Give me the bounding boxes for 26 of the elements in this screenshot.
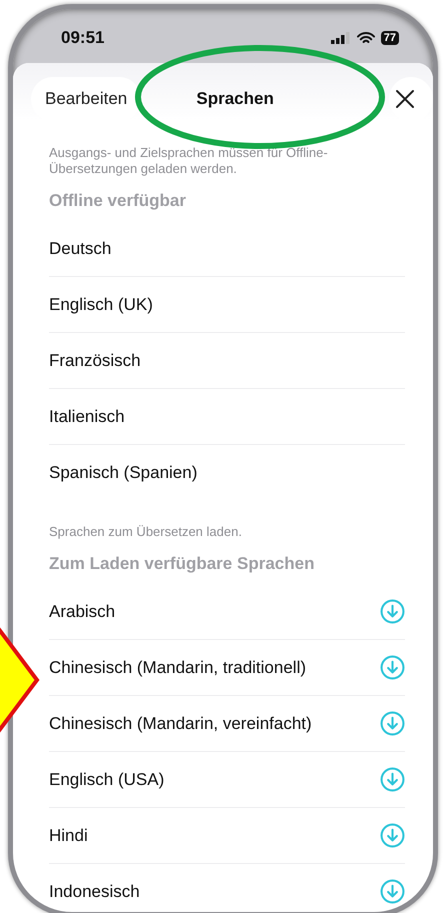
language-item[interactable]: Arabisch	[49, 602, 116, 622]
section-header: Zum Laden verfügbare Sprachen	[49, 554, 316, 574]
download-icon[interactable]	[380, 767, 405, 792]
language-item[interactable]: Englisch (USA)	[49, 770, 164, 790]
section-header: Offline verfügbar	[49, 191, 187, 211]
sheet-title: Sprachen	[195, 89, 275, 109]
download-icon[interactable]	[380, 879, 405, 904]
download-icon[interactable]	[380, 655, 405, 680]
status-time: 09:51	[61, 28, 104, 48]
download-icon[interactable]	[380, 599, 405, 624]
battery-level: 77	[380, 31, 399, 45]
close-icon	[395, 89, 415, 109]
section-note: Sprachen zum Übersetzen laden.	[49, 524, 243, 540]
language-item[interactable]: Hindi	[49, 826, 88, 846]
language-item[interactable]: Englisch (UK)	[49, 294, 153, 314]
language-item[interactable]: Französisch	[49, 350, 141, 370]
language-item[interactable]: Italienisch	[49, 406, 125, 426]
language-item[interactable]: Indonesisch	[49, 882, 140, 902]
wifi-icon	[356, 32, 375, 44]
language-item[interactable]: Chinesisch (Mandarin, traditionell)	[49, 658, 306, 678]
language-item[interactable]: Chinesisch (Mandarin, vereinfacht)	[49, 714, 312, 734]
download-icon[interactable]	[380, 711, 405, 736]
language-item[interactable]: Spanisch (Spanien)	[49, 462, 198, 482]
signal-icon	[330, 32, 351, 44]
download-icon[interactable]	[380, 823, 405, 848]
language-item[interactable]: Deutsch	[49, 238, 112, 258]
